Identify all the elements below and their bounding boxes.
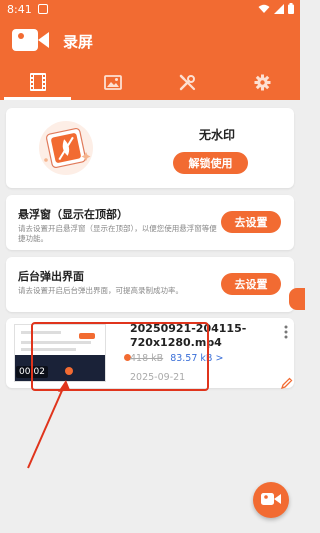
edit-pencil-icon[interactable] (280, 374, 293, 393)
background-popup-title: 后台弹出界面 (18, 270, 84, 283)
tab-images[interactable] (75, 64, 150, 100)
no-watermark-title: 无水印 (199, 128, 236, 142)
main-tabs (0, 64, 300, 100)
gear-icon (254, 74, 271, 91)
background-popup-settings-button[interactable]: 去设置 (221, 273, 281, 295)
app-title: 录屏 (63, 33, 94, 51)
background-popup-description: 请去设置开启后台弹出界面，可提高录制成功率。 (18, 286, 183, 295)
image-icon (103, 74, 122, 90)
signal-icon (274, 3, 284, 14)
tab-settings[interactable] (225, 64, 300, 100)
video-camera-icon (261, 491, 281, 510)
status-bar: 8:41 (0, 0, 300, 18)
unlock-button[interactable]: 解锁使用 (173, 152, 248, 174)
battery-icon (288, 3, 294, 14)
highlight-annotation (31, 322, 209, 391)
float-window-title: 悬浮窗（显示在顶部） (18, 208, 128, 221)
no-watermark-icon (36, 118, 96, 178)
float-window-settings-button[interactable]: 去设置 (221, 211, 281, 233)
more-options-icon[interactable] (284, 324, 288, 343)
film-icon (29, 73, 46, 91)
app-logo-icon (12, 28, 50, 52)
float-window-description: 请去设置开启悬浮窗（显示在顶部），以便您使用悬浮窗等便捷功能。 (18, 224, 217, 243)
wifi-icon (258, 4, 270, 14)
record-fab-button[interactable] (253, 482, 289, 518)
float-window-card: 悬浮窗（显示在顶部） 请去设置开启悬浮窗（显示在顶部），以便您使用悬浮窗等便捷功… (6, 195, 294, 250)
floating-side-tab[interactable] (289, 288, 305, 310)
tab-tools[interactable] (150, 64, 225, 100)
app-header: 8:41 录屏 (0, 0, 300, 100)
no-watermark-card: 无水印 解锁使用 (6, 108, 294, 188)
tools-icon (179, 74, 196, 91)
status-time: 8:41 (7, 3, 32, 16)
background-popup-card: 后台弹出界面 请去设置开启后台弹出界面，可提高录制成功率。 去设置 (6, 257, 294, 312)
tab-videos[interactable] (0, 64, 75, 100)
notification-icon (38, 4, 48, 14)
